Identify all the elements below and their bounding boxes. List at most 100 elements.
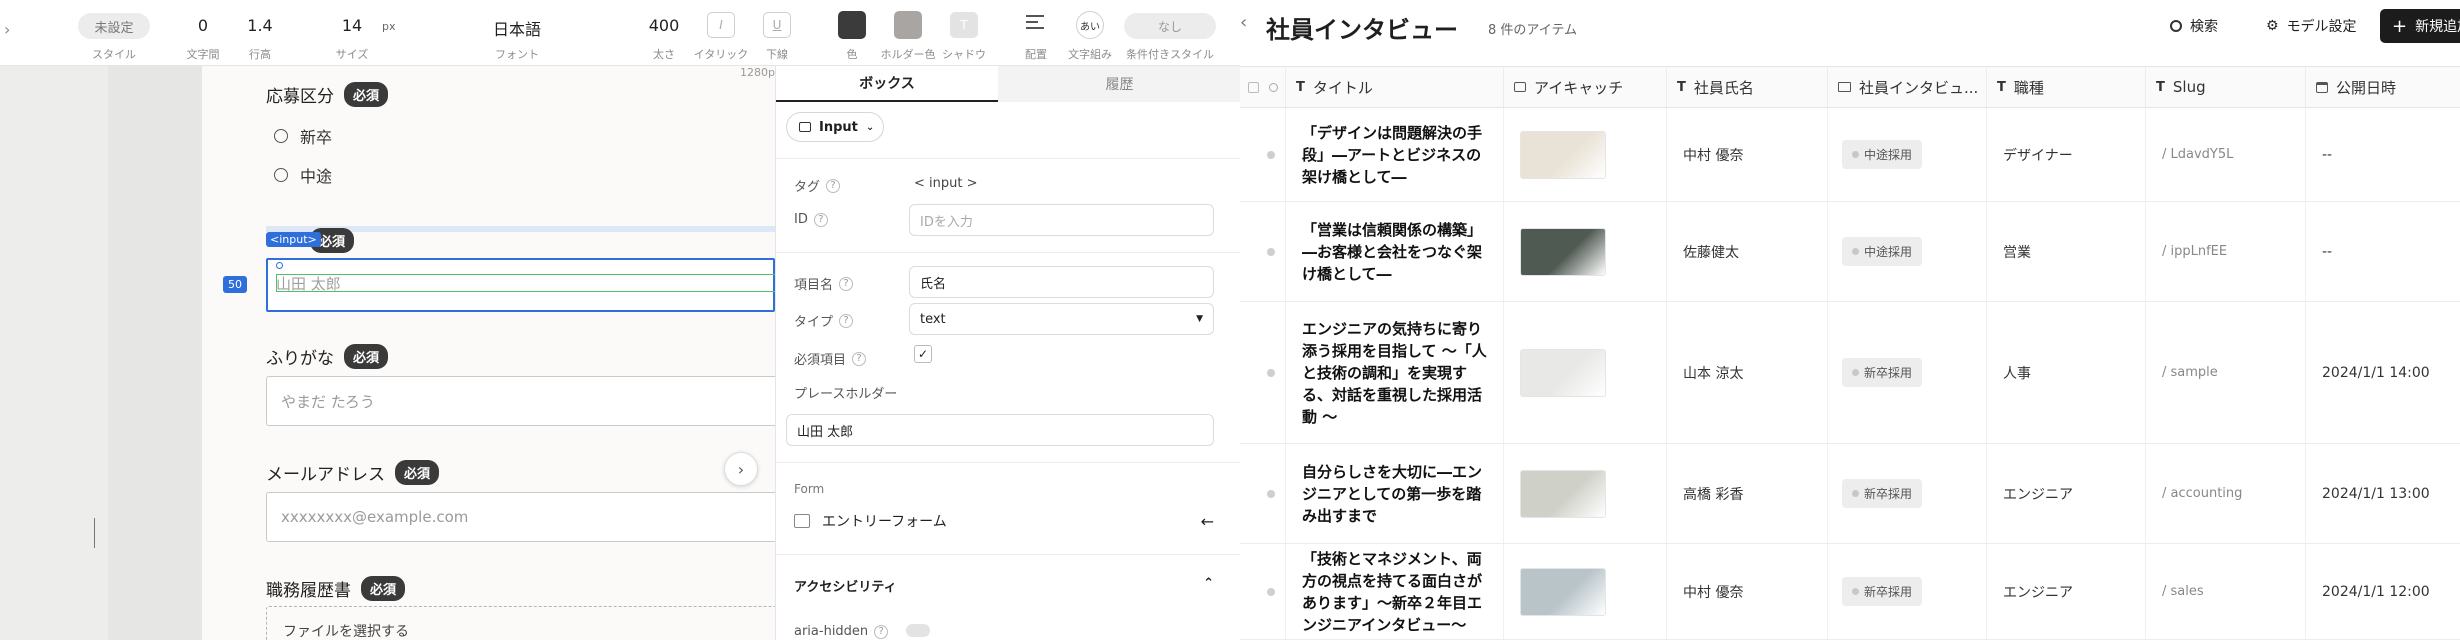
font-size-input[interactable]: 14 <box>342 16 362 35</box>
item-name-value: 氏名 <box>920 276 947 292</box>
gear-icon: ⚙ <box>2266 18 2279 34</box>
text-style-toolbar: › 未設定 スタイル 0 文字間 1.4 行高 14 px サイズ 日本語 フォ… <box>0 0 1240 66</box>
row-title[interactable]: 「営業は信頼関係の構築」―お客様と会社をつなぐ架け橋として― <box>1286 202 1504 301</box>
form-link[interactable]: エントリーフォーム ← <box>794 508 1214 534</box>
radio-mid-career[interactable]: 中途 <box>274 163 332 187</box>
kana-input[interactable]: やまだ たろう <box>266 376 775 426</box>
design-canvas[interactable]: 1280p 応募区分 必須 新卒 中途 <input> 必須 山田 太郎 50 … <box>0 66 775 640</box>
email-input[interactable]: xxxxxxxx@example.com <box>266 492 775 542</box>
row-employee-name: 高橋 彩香 <box>1667 444 1828 543</box>
text-color-swatch[interactable] <box>838 11 866 39</box>
radio-mid-career-label: 中途 <box>300 167 333 186</box>
model-settings-button[interactable]: ⚙ モデル設定 <box>2266 16 2357 36</box>
column-header-published-at[interactable]: 公開日時 <box>2306 66 2460 108</box>
tab-box[interactable]: ボックス <box>776 66 998 102</box>
table-row[interactable]: 「営業は信頼関係の構築」―お客様と会社をつなぐ架け橋として― 佐藤健太 中途採用 営業… <box>1240 202 2460 302</box>
type-label-text: タイプ <box>794 315 834 330</box>
table-row[interactable]: 「技術とマネジメント、両方の視点を持てる面白さがあります」〜新卒２年目エンジニア… <box>1240 544 2460 640</box>
table-row[interactable]: 自分らしさを大切に―エンジニアとしての第一歩を踏み出すまで 高橋 彩香 新卒採用 エン… <box>1240 444 2460 544</box>
column-header-title[interactable]: T タイトル <box>1286 66 1504 108</box>
resume-field-label: 職務履歴書 必須 <box>266 576 406 601</box>
letter-spacing-input[interactable]: 0 <box>198 16 208 35</box>
column-header-employee-name[interactable]: T 社員氏名 <box>1667 66 1828 108</box>
help-icon[interactable]: ? <box>852 351 867 366</box>
row-published-at: 2024/1/1 13:00 <box>2322 485 2430 502</box>
align-left-icon[interactable] <box>1026 15 1044 31</box>
column-header-interview-category[interactable]: 社員インタビュ... <box>1828 66 1987 108</box>
italic-icon[interactable]: I <box>707 12 735 38</box>
row-slug: / sample <box>2146 302 2306 443</box>
row-title[interactable]: 「技術とマネジメント、両方の視点を持てる面白さがあります」〜新卒２年目エンジニア… <box>1286 544 1504 639</box>
column-header-job[interactable]: T 職種 <box>1987 66 2146 108</box>
row-job: エンジニア <box>1987 544 2146 639</box>
help-icon[interactable]: ? <box>813 212 828 227</box>
row-category: 新卒採用 <box>1828 544 1987 639</box>
search-button[interactable]: 検索 <box>2170 16 2218 36</box>
row-eyecatch[interactable] <box>1504 108 1667 201</box>
eyecatch-thumbnail <box>1520 348 1606 397</box>
column-header-eyecatch[interactable]: アイキャッチ <box>1504 66 1667 108</box>
properties-panel: ボックス 履歴 Input ⌄ タグ? < input > ID? IDを入力 … <box>775 66 1240 640</box>
accessibility-section-header[interactable]: アクセシビリティ ⌃ <box>794 576 1214 595</box>
help-icon[interactable]: ? <box>839 313 854 328</box>
text-wrap-icon[interactable]: あい <box>1076 11 1104 39</box>
line-height-input[interactable]: 1.4 <box>247 16 272 35</box>
type-select[interactable]: text ▼ <box>909 303 1214 335</box>
row-title[interactable]: 「デザインは問題解決の手段」―アートとビジネスの架け橋として― <box>1286 108 1504 201</box>
kana-input-placeholder: やまだ たろう <box>281 392 375 411</box>
conditional-style-select[interactable]: なし <box>1124 13 1216 39</box>
resize-handle[interactable] <box>94 518 95 548</box>
radio-new-grad[interactable]: 新卒 <box>274 124 332 148</box>
row-eyecatch[interactable] <box>1504 444 1667 543</box>
style-select[interactable]: 未設定 <box>78 13 150 39</box>
required-checkbox[interactable]: ✓ <box>914 345 932 363</box>
file-select-button[interactable]: ファイルを選択する <box>266 606 775 640</box>
eyecatch-thumbnail <box>1520 130 1606 179</box>
placeholder-label-text: プレースホルダー <box>794 387 898 402</box>
arrow-left-icon[interactable]: ← <box>1201 512 1214 531</box>
editor-pane: › 未設定 スタイル 0 文字間 1.4 行高 14 px サイズ 日本語 フォ… <box>0 0 1240 640</box>
text-wrap-label: 文字組み <box>1068 48 1112 61</box>
row-title[interactable]: エンジニアの気持ちに寄り添う採用を目指して 〜「人と技術の調和」を実現する、対話… <box>1286 302 1504 443</box>
row-status <box>1240 108 1286 201</box>
collapse-chevron-icon[interactable]: ‹ <box>1240 12 1247 33</box>
form-frame[interactable]: 1280p 応募区分 必須 新卒 中途 <input> 必須 山田 太郎 50 … <box>202 66 775 640</box>
column-header-slug[interactable]: T Slug <box>2146 66 2306 108</box>
table-row[interactable]: エンジニアの気持ちに寄り添う採用を目指して 〜「人と技術の調和」を実現する、対話… <box>1240 302 2460 444</box>
model-settings-label: モデル設定 <box>2286 19 2357 35</box>
image-type-icon <box>1514 82 1526 92</box>
help-icon[interactable]: ? <box>839 276 854 291</box>
expand-chevron-icon[interactable]: › <box>4 20 10 39</box>
row-title[interactable]: 自分らしさを大切に―エンジニアとしての第一歩を踏み出すまで <box>1286 444 1504 543</box>
letter-spacing-label: 文字間 <box>186 48 220 61</box>
required-badge: 必須 <box>361 576 406 601</box>
status-dot-icon <box>1267 489 1275 498</box>
underline-icon[interactable]: U <box>763 12 791 38</box>
row-category: 新卒採用 <box>1828 444 1987 543</box>
placeholder-color-swatch[interactable] <box>894 11 922 39</box>
font-weight-select[interactable]: 400 <box>649 16 680 35</box>
tab-history[interactable]: 履歴 <box>998 66 1240 102</box>
chevron-right-icon[interactable]: › <box>724 452 758 486</box>
status-column-icon <box>1269 82 1278 92</box>
id-input[interactable]: IDを入力 <box>909 204 1214 236</box>
anchor-handle-icon[interactable] <box>276 262 283 269</box>
row-eyecatch[interactable] <box>1504 544 1667 639</box>
row-eyecatch[interactable] <box>1504 302 1667 443</box>
shadow-icon[interactable]: T <box>950 12 978 38</box>
placeholder-input[interactable]: 山田 太郎 <box>786 414 1214 446</box>
help-icon[interactable]: ? <box>874 624 889 639</box>
help-icon[interactable]: ? <box>826 178 841 193</box>
aria-hidden-toggle[interactable] <box>906 624 930 637</box>
item-name-label-text: 項目名 <box>794 278 834 293</box>
required-badge: 必須 <box>344 344 389 369</box>
table-row[interactable]: 「デザインは問題解決の手段」―アートとビジネスの架け橋として― 中村 優奈 中途採用… <box>1240 108 2460 202</box>
font-family-select[interactable]: 日本語 <box>493 16 541 40</box>
select-all-checkbox[interactable] <box>1248 81 1259 93</box>
item-name-input[interactable]: 氏名 <box>909 266 1214 298</box>
align-label: 配置 <box>1025 48 1047 61</box>
name-input[interactable]: 山田 太郎 <box>266 258 775 312</box>
new-item-button[interactable]: + 新規追加 <box>2380 9 2460 43</box>
row-eyecatch[interactable] <box>1504 202 1667 301</box>
element-type-select[interactable]: Input ⌄ <box>786 112 884 142</box>
